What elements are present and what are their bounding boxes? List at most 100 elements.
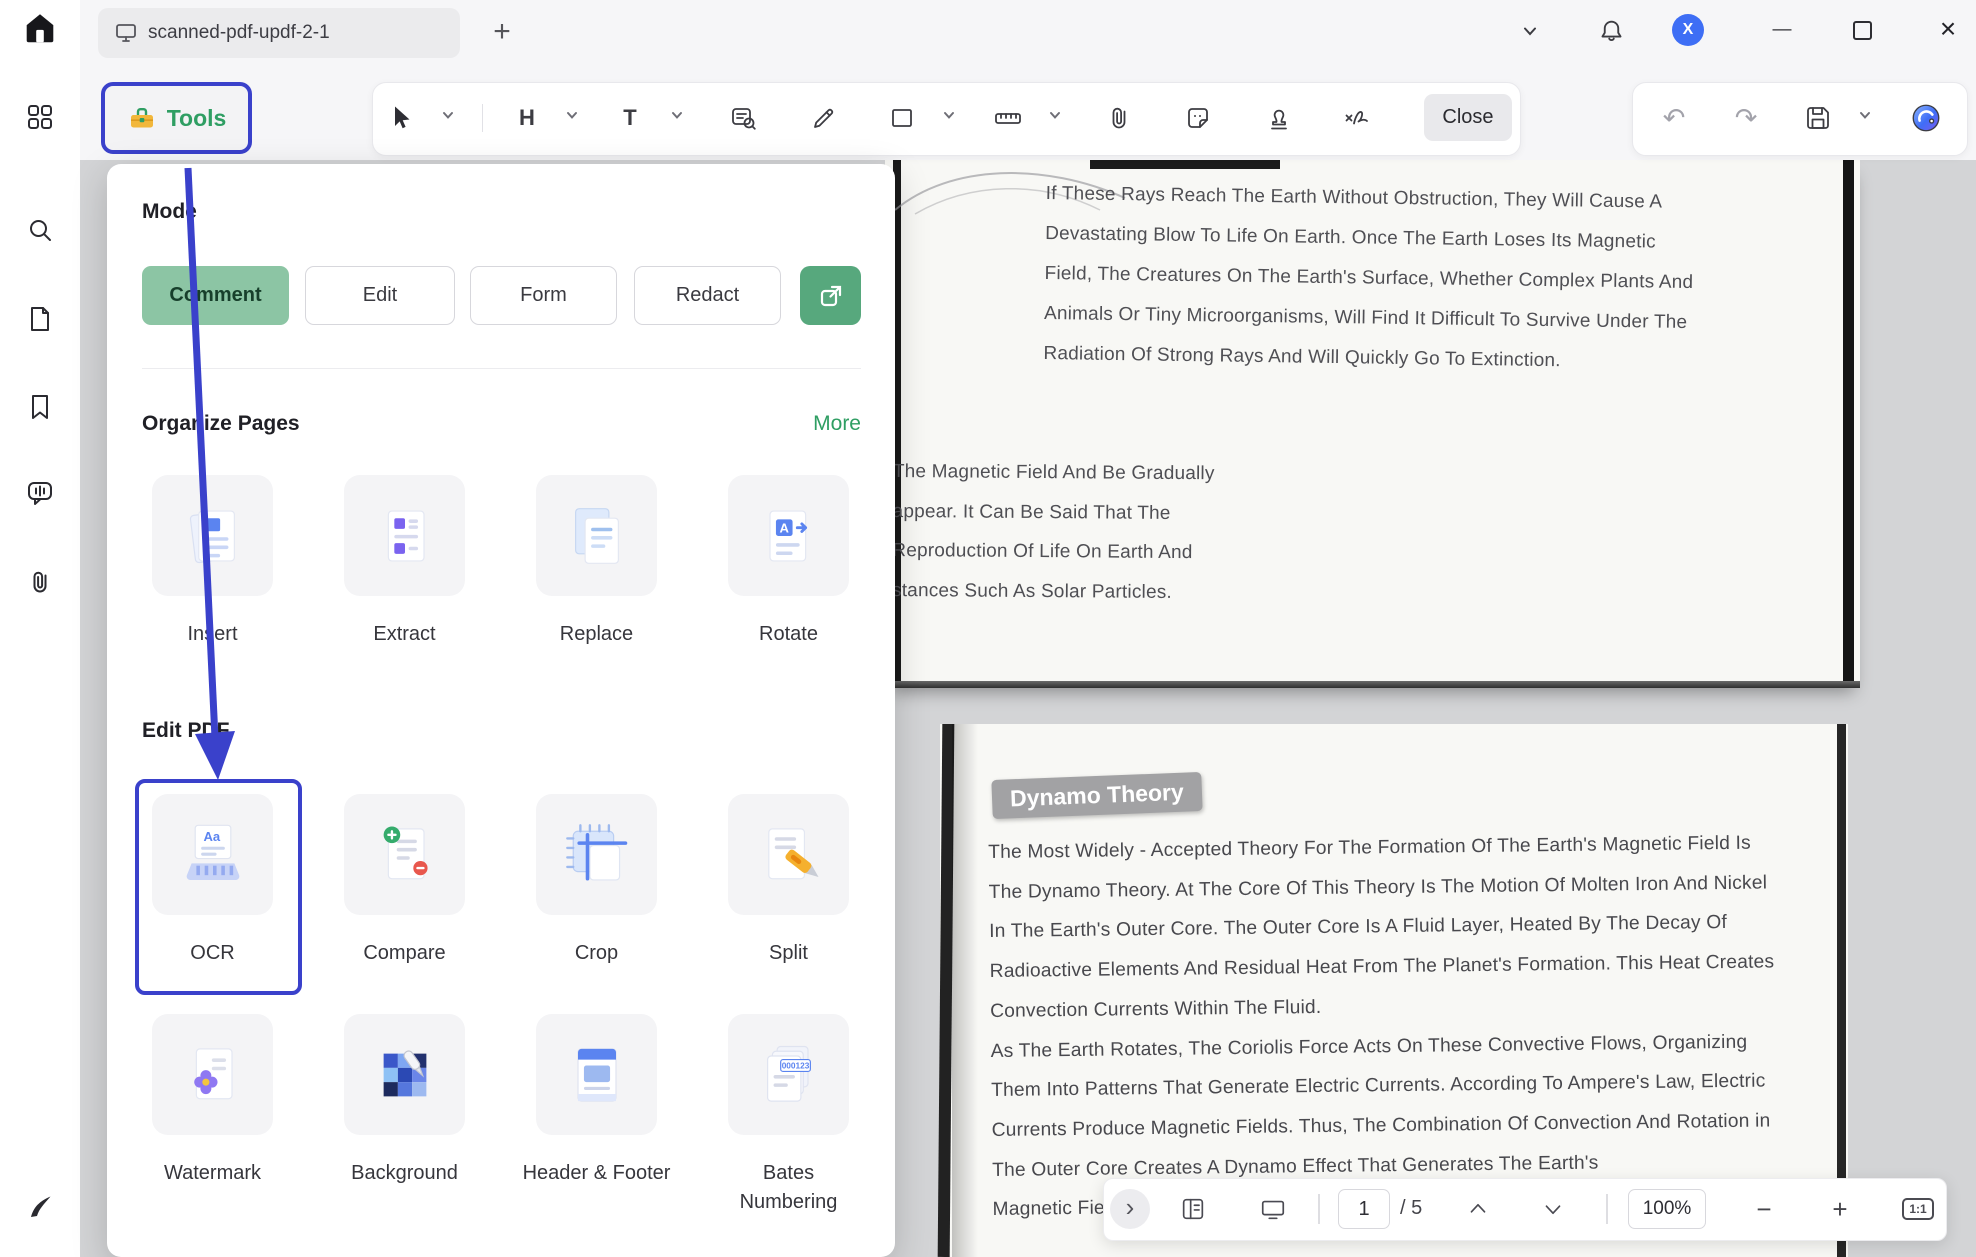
save-button[interactable] <box>1798 98 1838 138</box>
zoom-out-button[interactable]: − <box>1744 1189 1784 1229</box>
insert-pages-icon <box>152 475 273 596</box>
measure-tool-dropdown[interactable] <box>1048 108 1064 128</box>
stamp-tool-button[interactable] <box>1259 98 1299 138</box>
document-icon <box>25 304 55 334</box>
undo-button[interactable]: ↶ <box>1654 98 1694 138</box>
text-tool-icon: T <box>623 105 636 131</box>
minimize-button[interactable]: — <box>1766 16 1798 44</box>
redo-button[interactable]: ↷ <box>1726 98 1766 138</box>
next-page-button[interactable] <box>1533 1189 1573 1229</box>
svg-text:000123: 000123 <box>781 1060 809 1070</box>
select-tool-dropdown[interactable] <box>441 108 457 128</box>
note-tool-button[interactable] <box>723 98 763 138</box>
organize-section-title: Organize Pages <box>142 412 300 436</box>
mode-section-title: Mode <box>142 200 197 224</box>
ruler-icon <box>993 103 1023 133</box>
close-window-button[interactable]: × <box>1934 12 1962 46</box>
actual-size-button[interactable]: 1:1 <box>1898 1189 1938 1229</box>
external-link-icon <box>816 281 846 311</box>
signature-tool-button[interactable] <box>1337 98 1377 138</box>
home-icon <box>21 9 59 47</box>
sidebar-item-pages[interactable] <box>20 299 60 339</box>
toolbox-icon <box>127 103 157 133</box>
tool-compare[interactable]: Compare <box>344 794 465 969</box>
chevron-up-icon <box>1464 1195 1492 1223</box>
one-to-one-icon: 1:1 <box>1902 1198 1933 1220</box>
mode-form-button[interactable]: Form <box>470 266 617 325</box>
tool-header-footer[interactable]: Header & Footer <box>536 1014 657 1189</box>
select-tool-button[interactable] <box>380 98 420 138</box>
tool-background[interactable]: Background <box>344 1014 465 1189</box>
chevron-down-icon <box>942 108 956 122</box>
notifications-button[interactable] <box>1596 14 1626 46</box>
sidebar-item-attachments[interactable] <box>20 562 60 602</box>
page2-paragraph: The Most Widely - Accepted Theory For Th… <box>988 823 1777 1230</box>
expand-panel-button[interactable]: › <box>1110 1189 1150 1229</box>
tool-rotate[interactable]: A Rotate <box>728 475 849 650</box>
chevron-down-icon <box>670 108 684 122</box>
new-tab-button[interactable]: + <box>486 14 518 50</box>
measure-tool-button[interactable] <box>988 98 1028 138</box>
tool-extract[interactable]: Extract <box>344 475 465 650</box>
undo-icon: ↶ <box>1663 98 1686 138</box>
previous-page-button[interactable] <box>1458 1189 1498 1229</box>
organize-more-link[interactable]: More <box>813 412 861 436</box>
grid-icon <box>25 102 55 132</box>
doc-text-line: Reproduction Of Life On Earth And <box>892 531 1214 573</box>
ai-assistant-button[interactable] <box>1906 98 1946 138</box>
sidebar-item-signature[interactable] <box>20 1187 60 1227</box>
tool-insert[interactable]: Insert <box>152 475 273 650</box>
tool-replace[interactable]: Replace <box>536 475 657 650</box>
pen-tool-button[interactable] <box>804 98 844 138</box>
close-tools-mode-button[interactable]: Close <box>1424 94 1512 141</box>
open-in-new-window-button[interactable] <box>800 266 861 325</box>
shape-tool-button[interactable] <box>882 98 922 138</box>
highlight-tool-dropdown[interactable] <box>565 108 581 128</box>
chevron-down-icon <box>1539 1195 1567 1223</box>
mode-redact-button[interactable]: Redact <box>634 266 781 325</box>
page-number-input[interactable]: 1 <box>1338 1189 1390 1229</box>
sticker-tool-button[interactable] <box>1178 98 1218 138</box>
chat-bubble-icon <box>25 478 55 508</box>
mode-edit-button[interactable]: Edit <box>305 266 455 325</box>
watermark-icon <box>152 1014 273 1135</box>
tools-button[interactable]: Tools <box>101 82 252 154</box>
tool-crop[interactable]: Crop <box>536 794 657 969</box>
attachment-tool-button[interactable] <box>1099 98 1139 138</box>
text-tool-dropdown[interactable] <box>670 108 686 128</box>
tool-ocr[interactable]: Aa OCR <box>152 794 273 969</box>
chevron-right-icon: › <box>1110 1189 1150 1229</box>
statusbar-divider <box>1606 1194 1608 1224</box>
edit-section-title: Edit PDF <box>142 719 230 743</box>
app-sidebar <box>0 0 80 1257</box>
sidebar-item-bookmarks[interactable] <box>20 387 60 427</box>
sidebar-item-comments[interactable] <box>20 473 60 513</box>
highlight-icon: H <box>519 105 535 131</box>
shape-tool-dropdown[interactable] <box>942 108 958 128</box>
document-tab[interactable]: scanned-pdf-updf-2-1 <box>98 8 460 58</box>
zoom-in-button[interactable]: + <box>1820 1189 1860 1229</box>
highlight-tool-button[interactable]: H <box>507 98 547 138</box>
zoom-level-button[interactable]: 100% <box>1628 1189 1706 1229</box>
page-thumbnails-button[interactable] <box>1173 1189 1213 1229</box>
text-tool-button[interactable]: T <box>610 98 650 138</box>
tool-split[interactable]: Split <box>728 794 849 969</box>
rotate-pages-icon: A <box>728 475 849 596</box>
tool-bates-numbering[interactable]: 000123 Bates Numbering <box>728 1014 849 1189</box>
tool-watermark[interactable]: Watermark <box>152 1014 273 1189</box>
maximize-button[interactable] <box>1852 20 1872 40</box>
svg-text:A: A <box>779 520 789 535</box>
bell-icon <box>1598 17 1625 44</box>
account-avatar[interactable]: X <box>1672 14 1704 46</box>
mode-comment-button[interactable]: Comment <box>142 266 289 325</box>
presentation-mode-button[interactable] <box>1253 1189 1293 1229</box>
split-icon <box>728 794 849 915</box>
bookmark-icon <box>25 392 55 422</box>
paperclip-icon <box>1104 103 1134 133</box>
home-button[interactable] <box>20 8 60 48</box>
sidebar-item-search[interactable] <box>20 210 60 250</box>
tabs-dropdown-button[interactable] <box>1516 16 1544 46</box>
sidebar-item-apps[interactable] <box>20 97 60 137</box>
redo-icon: ↷ <box>1735 98 1758 138</box>
save-dropdown[interactable] <box>1858 108 1874 128</box>
